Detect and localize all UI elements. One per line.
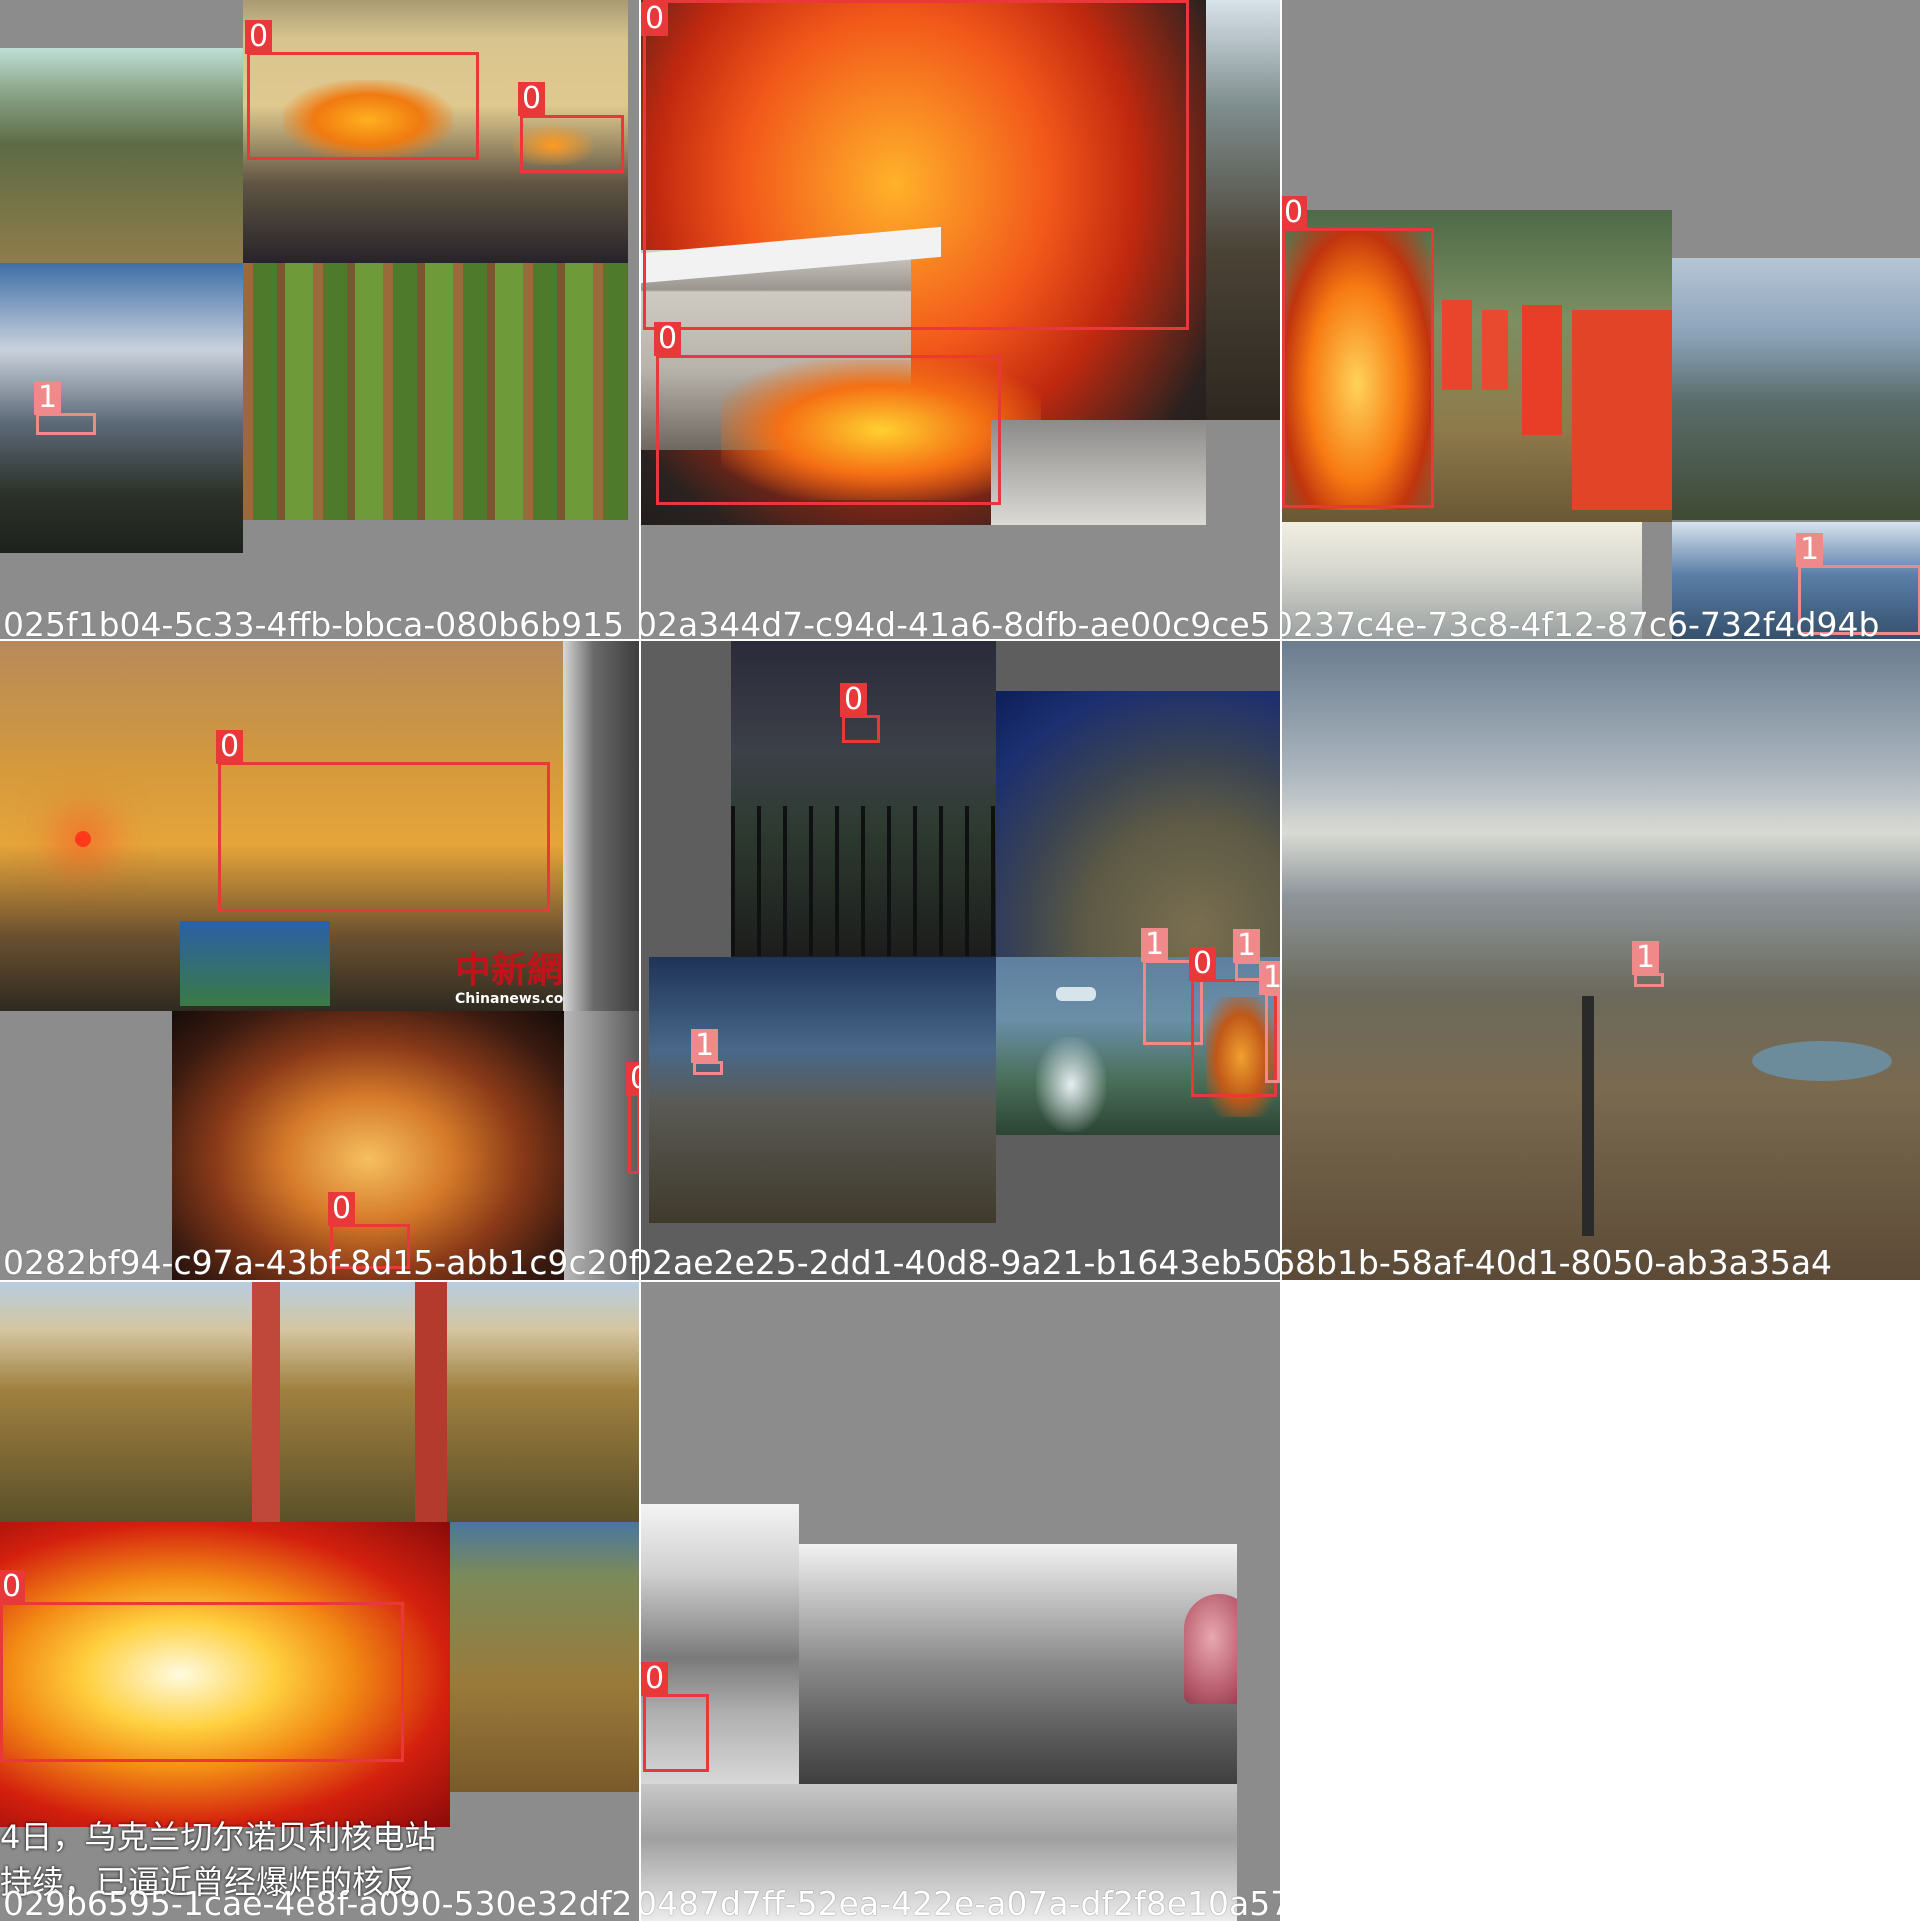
image-filename: 02a344d7-c94d-41a6-8dfb-ae00c9ce5 xyxy=(641,605,1271,639)
detection-label-fire: 0 xyxy=(216,730,244,764)
detection-box-fire xyxy=(520,115,624,173)
news-caption-line-1: 4日，乌克兰切尔诺贝利核电站 xyxy=(0,1818,437,1856)
mosaic-cell: 0 0 1 025f1b04-5c33-4ffb-bbca-080b6b915 xyxy=(0,0,639,639)
image-tile-landscape xyxy=(0,48,243,263)
detection-label-fire: 0 xyxy=(1282,196,1308,230)
detection-label-fire: 0 xyxy=(245,20,273,54)
image-filename: 0368b1b-58af-40d1-8050-ab3a35a4 xyxy=(1282,1243,1833,1280)
news-logo: 中新網 xyxy=(455,949,563,991)
detection-label-fire: 0 xyxy=(328,1192,356,1226)
detection-label-fire: 0 xyxy=(518,82,546,116)
detection-label-smoke: 1 xyxy=(691,1029,719,1063)
image-tile-autumn-hills xyxy=(450,1522,639,1792)
image-tile-building xyxy=(563,641,639,1011)
mosaic-cell: 4日，乌克兰切尔诺贝利核电站 持续，已逼近曾经爆炸的核反 0 029b6595-… xyxy=(0,1282,639,1921)
image-filename: 025f1b04-5c33-4ffb-bbca-080b6b915 xyxy=(3,605,625,639)
detection-label-fire: 0 xyxy=(654,322,682,356)
mosaic-cell: 0 0 02a344d7-c94d-41a6-8dfb-ae00c9ce5 xyxy=(641,0,1280,639)
image-tile-dusk-valley xyxy=(649,957,996,1223)
mosaic-grid: 0 0 1 025f1b04-5c33-4ffb-bbca-080b6b915 … xyxy=(0,0,1920,1921)
detection-label-smoke: 1 xyxy=(1233,929,1261,963)
mosaic-cell-empty xyxy=(1282,1282,1920,1921)
image-filename: 0487d7ff-52ea-422e-a07a-df2f8e10a57f.jpg xyxy=(641,1884,1280,1921)
image-tile-mountain-valley xyxy=(1672,258,1920,520)
detection-label-fire: 0 xyxy=(0,1570,26,1604)
mosaic-cell: 0 0487d7ff-52ea-422e-a07a-df2f8e10a57f.j… xyxy=(641,1282,1280,1921)
image-filename: 0282bf94-c97a-43bf-8d15-abb1c9c20f xyxy=(3,1243,639,1280)
detection-label-fire: 0 xyxy=(840,683,868,717)
detection-box-smoke xyxy=(693,1061,723,1075)
mosaic-cell: 1 0368b1b-58af-40d1-8050-ab3a35a4 xyxy=(1282,641,1920,1280)
detection-box-fire xyxy=(218,762,550,912)
detection-box-fire xyxy=(0,1602,404,1762)
detection-label-smoke: 1 xyxy=(1632,941,1660,975)
detection-box-fire xyxy=(1282,228,1434,508)
mosaic-cell: 中新網 Chinanews.com 0 0 0 0282bf94-c97a-43… xyxy=(0,641,639,1280)
image-tile-grayscale-range xyxy=(799,1544,1237,1784)
image-filename: 029b6595-1cae-4e8f-a090-530e32df2 xyxy=(3,1884,633,1921)
detection-label-smoke: 1 xyxy=(34,381,62,415)
detection-box-smoke xyxy=(36,413,96,435)
detection-label-smoke: 1 xyxy=(1141,928,1169,962)
detection-label-fire: 0 xyxy=(641,1662,669,1696)
detection-box-fire xyxy=(656,355,1001,505)
news-logo-subtitle: Chinanews.com xyxy=(455,991,563,1007)
mosaic-cell: 0 1 1 0 1 1 02ae2e25-2dd1-40d8-9a21-b164… xyxy=(641,641,1280,1280)
image-filename: 0237c4e-73c8-4f12-87c6-732f4d94b xyxy=(1282,605,1880,639)
image-tile-mountain-forest xyxy=(0,1282,639,1522)
image-tile-hillside xyxy=(1206,0,1280,420)
image-tile-tower-overlook xyxy=(1282,641,1920,1280)
detection-label-smoke: 1 xyxy=(1796,533,1824,567)
detection-box-fire xyxy=(842,715,880,743)
mosaic-cell: 0 1 0237c4e-73c8-4f12-87c6-732f4d94b xyxy=(1282,0,1920,639)
detection-label-fire: 0 xyxy=(626,1062,639,1096)
detection-box-smoke xyxy=(1634,973,1664,987)
detection-box-fire xyxy=(247,52,479,160)
detection-box-smoke xyxy=(1265,993,1280,1083)
image-tile-forest xyxy=(243,263,628,520)
detection-box-fire xyxy=(643,0,1189,330)
detection-label-fire: 0 xyxy=(1189,947,1217,981)
detection-label-smoke: 1 xyxy=(1259,961,1280,995)
image-tile-fisheye-canyon xyxy=(996,691,1280,957)
detection-box-fire xyxy=(643,1694,709,1772)
detection-label-fire: 0 xyxy=(641,2,669,36)
image-filename: 02ae2e25-2dd1-40d8-9a21-b1643eb5036 xyxy=(641,1243,1280,1280)
